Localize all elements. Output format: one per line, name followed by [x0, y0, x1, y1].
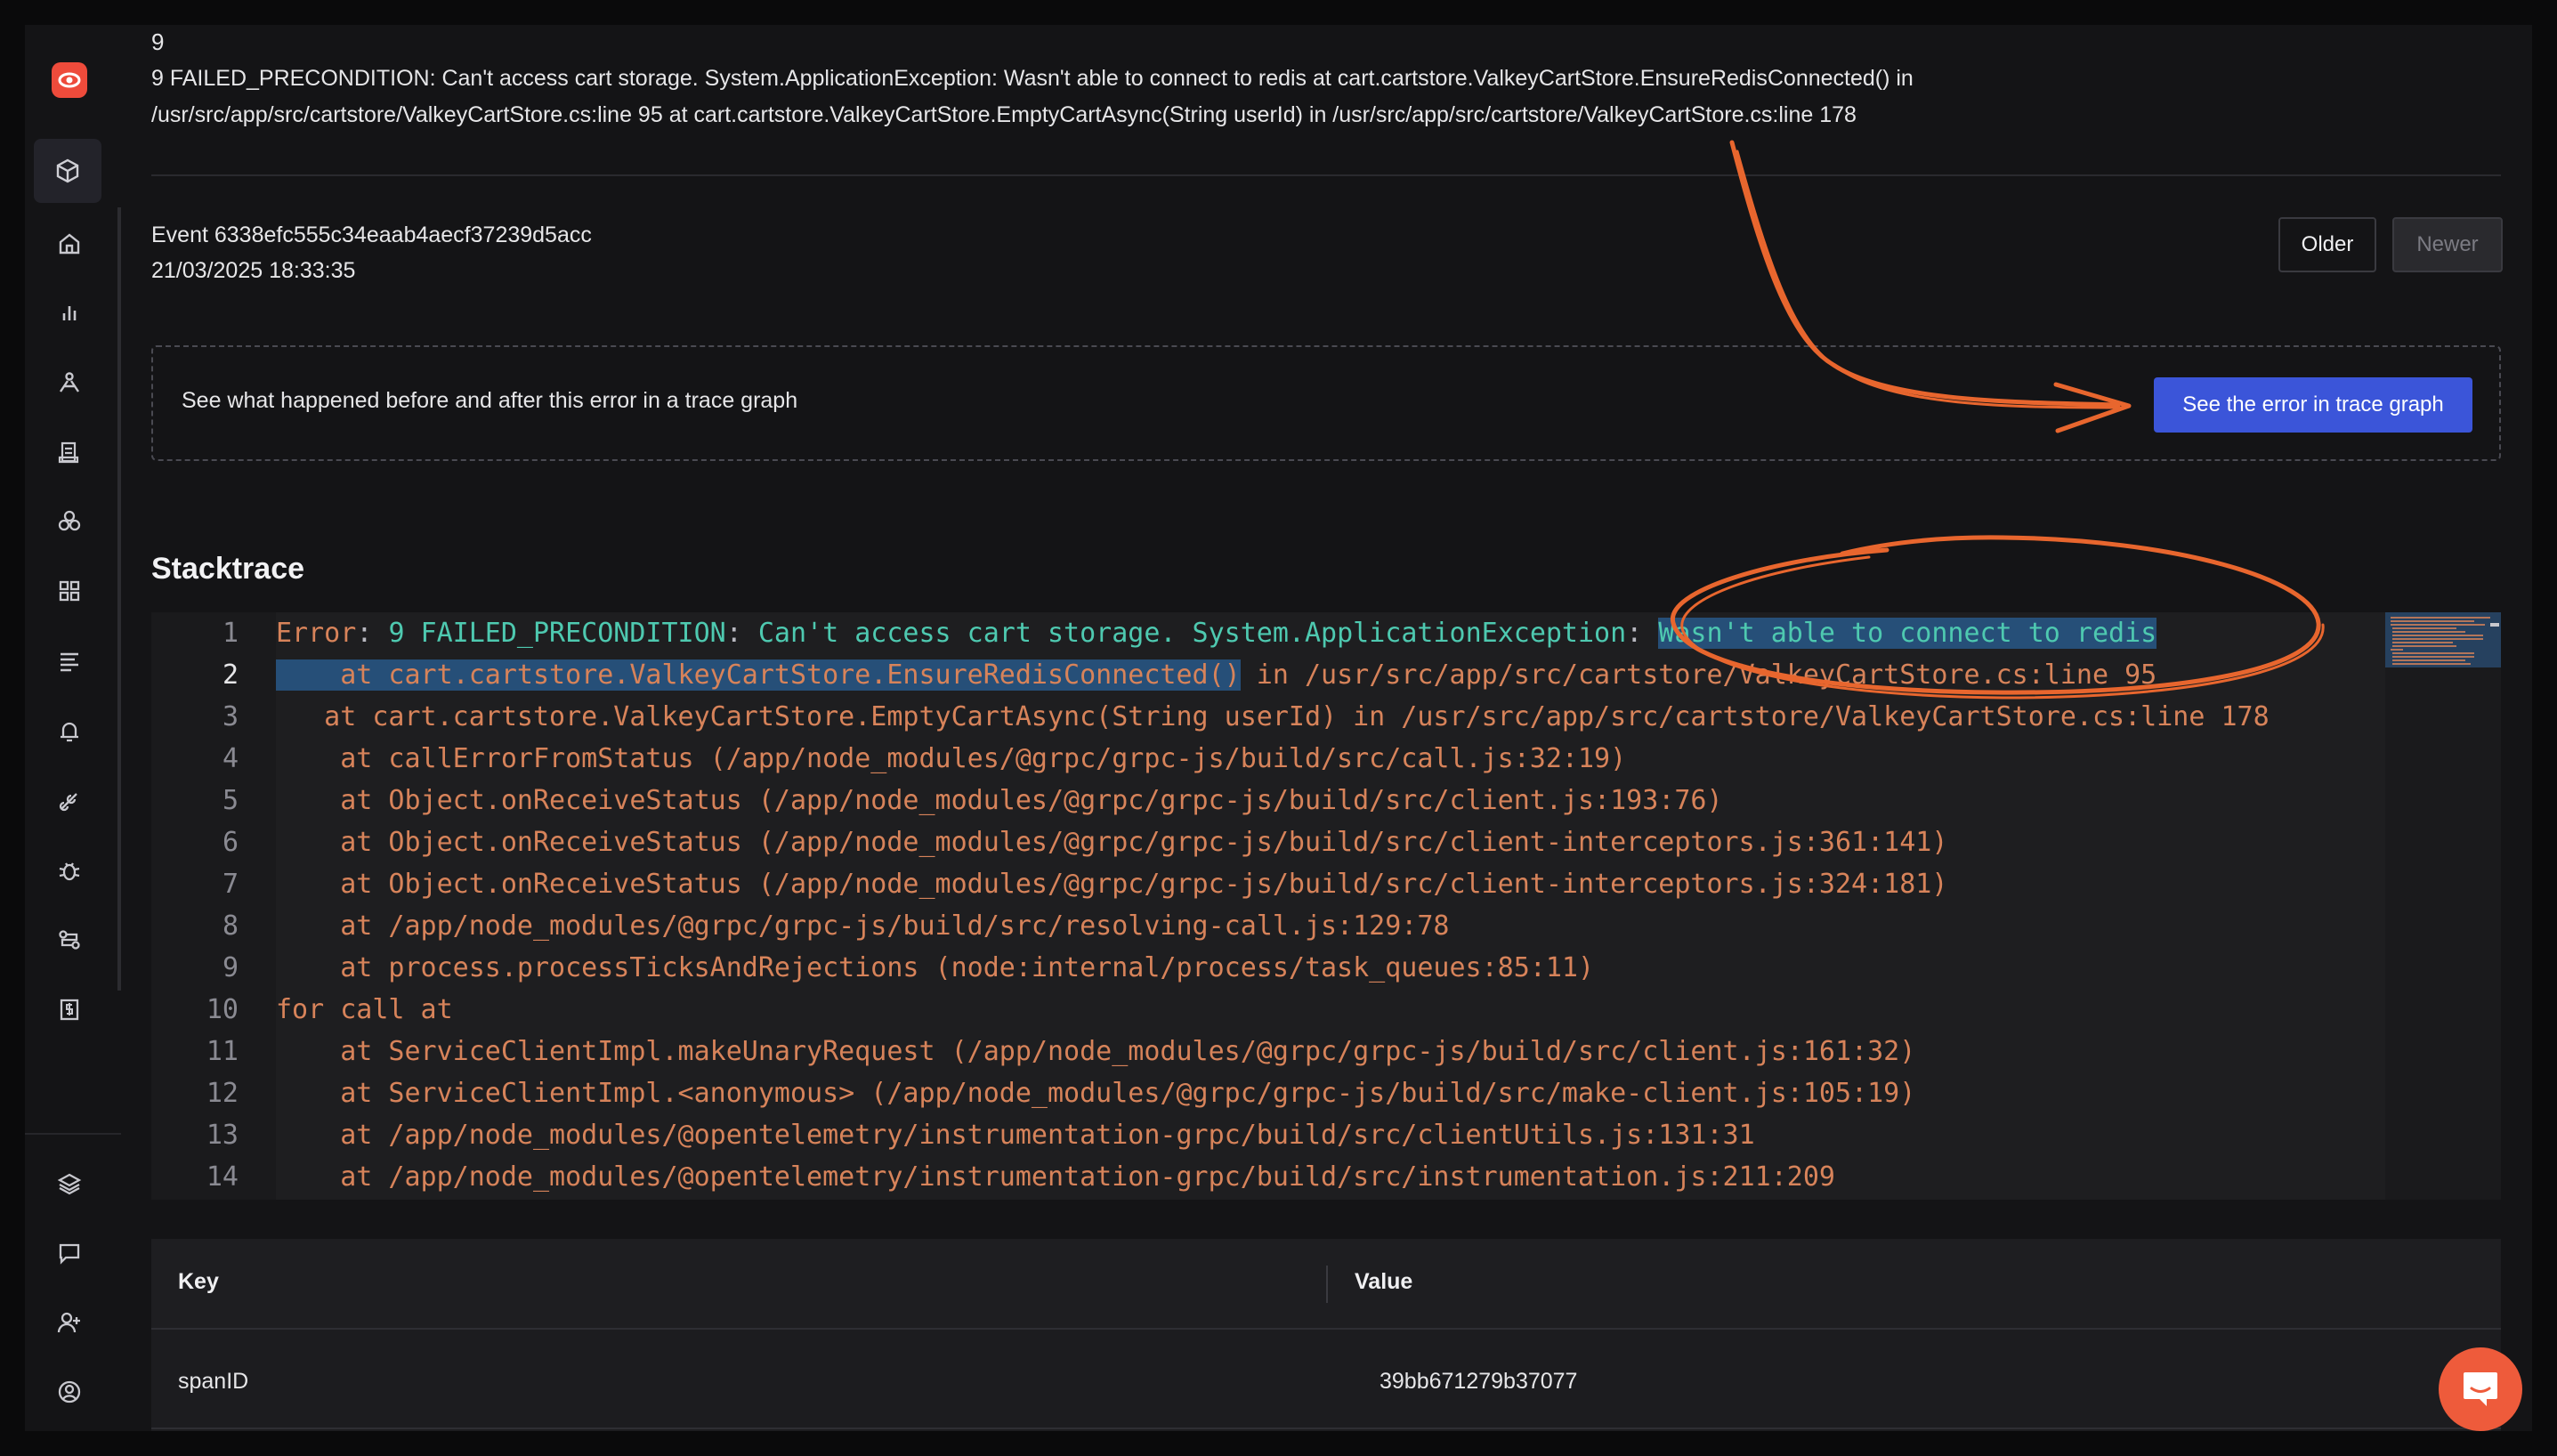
- stacktrace-title: Stacktrace: [151, 552, 305, 586]
- line-number: 6: [222, 827, 239, 858]
- code-area[interactable]: Error: 9 FAILED_PRECONDITION: Can't acce…: [276, 612, 2385, 1200]
- value-column-header: Value: [1355, 1269, 1413, 1294]
- event-id: Event 6338efc555c34eaab4aecf37239d5acc: [151, 222, 592, 247]
- layers-icon[interactable]: [48, 1162, 91, 1205]
- code-line[interactable]: at Object.onReceiveStatus (/app/node_mod…: [276, 821, 2385, 863]
- event-timestamp: 21/03/2025 18:33:35: [151, 258, 356, 283]
- stacktrace-editor[interactable]: 1 2 3 4 5 6 7 8 9 10 11 12 13 14 Error: 9 FAILED_PREC…: [151, 612, 2501, 1200]
- trace-callout-text: See what happened before and after this …: [182, 388, 798, 413]
- code-token: at ServiceClientImpl.<anonymous> (/app/n…: [276, 1078, 1916, 1109]
- line-number: 12: [206, 1078, 239, 1109]
- grid-icon[interactable]: [48, 570, 91, 612]
- app-window: 9 9 FAILED_PRECONDITION: Can't access ca…: [25, 25, 2532, 1431]
- code-line[interactable]: at /app/node_modules/@opentelemetry/inst…: [276, 1156, 2385, 1198]
- line-number: 4: [222, 743, 239, 774]
- cube-icon[interactable]: [34, 139, 101, 203]
- support-chat-button[interactable]: [2439, 1347, 2522, 1431]
- newer-button[interactable]: Newer: [2392, 217, 2503, 272]
- billing-icon[interactable]: [48, 988, 91, 1031]
- code-token: at Object.onReceiveStatus (/app/node_mod…: [276, 827, 1948, 858]
- trace-graph-callout: See what happened before and after this …: [151, 345, 2501, 461]
- code-line[interactable]: at ServiceClientImpl.<anonymous> (/app/n…: [276, 1072, 2385, 1114]
- code-line[interactable]: at cart.cartstore.ValkeyCartStore.EmptyC…: [276, 696, 2385, 738]
- error-count: 9: [151, 28, 165, 55]
- line-number: 3: [222, 701, 239, 732]
- line-number: 9: [222, 952, 239, 983]
- code-token: Can't access cart storage. System.Applic…: [757, 618, 1627, 649]
- line-number: 1: [222, 618, 239, 649]
- code-token: 9 FAILED_PRECONDITION: [388, 618, 726, 649]
- code-token: at /app/node_modules/@opentelemetry/inst…: [276, 1161, 1835, 1193]
- table-row-value: 39bb671279b37077: [1380, 1369, 1578, 1394]
- bar-chart-icon[interactable]: [48, 292, 91, 335]
- key-column-header: Key: [178, 1269, 219, 1294]
- code-line[interactable]: at callErrorFromStatus (/app/node_module…: [276, 738, 2385, 780]
- line-number: 8: [222, 910, 239, 942]
- code-line[interactable]: at ServiceClientImpl.makeUnaryRequest (/…: [276, 1031, 2385, 1072]
- line-number: 5: [222, 785, 239, 816]
- code-line[interactable]: at process.processTicksAndRejections (no…: [276, 947, 2385, 989]
- code-token: at ServiceClientImpl.makeUnaryRequest (/…: [276, 1036, 1916, 1067]
- alert-icon[interactable]: [48, 710, 91, 753]
- line-number: 14: [206, 1161, 239, 1193]
- logs-icon[interactable]: [48, 431, 91, 473]
- chat-icon[interactable]: [48, 1232, 91, 1274]
- line-number: 13: [206, 1120, 239, 1151]
- code-line[interactable]: at /app/node_modules/@grpc/grpc-js/build…: [276, 905, 2385, 947]
- code-token: :: [1626, 618, 1659, 649]
- pipeline-icon[interactable]: [48, 780, 91, 822]
- code-token: at callErrorFromStatus (/app/node_module…: [276, 743, 1627, 774]
- line-number: 10: [206, 994, 239, 1025]
- sidebar: [25, 25, 121, 1431]
- sidebar-divider: [25, 1133, 121, 1135]
- code-token: Wasn't able to connect to redis: [1658, 618, 2157, 649]
- line-number: 2: [222, 659, 239, 691]
- account-icon[interactable]: [48, 1371, 91, 1413]
- code-token: at cart.cartstore.ValkeyCartStore.Ensure…: [276, 659, 1241, 691]
- code-token: at process.processTicksAndRejections (no…: [276, 952, 1595, 983]
- flow-icon[interactable]: [48, 918, 91, 961]
- bug-icon[interactable]: [48, 849, 91, 892]
- code-line[interactable]: at /app/node_modules/@opentelemetry/inst…: [276, 1114, 2385, 1156]
- error-message-line: 9 FAILED_PRECONDITION: Can't access cart…: [151, 66, 1914, 91]
- code-token: Error: [276, 618, 357, 649]
- table-row-key: spanID: [178, 1369, 249, 1394]
- line-number: 11: [206, 1036, 239, 1067]
- add-user-icon[interactable]: [48, 1301, 91, 1344]
- older-button[interactable]: Older: [2278, 217, 2376, 272]
- line-number-gutter: 1 2 3 4 5 6 7 8 9 10 11 12 13 14: [151, 612, 276, 1200]
- code-line[interactable]: at Object.onReceiveStatus (/app/node_mod…: [276, 863, 2385, 905]
- code-token: :: [725, 618, 758, 649]
- list-icon[interactable]: [48, 639, 91, 682]
- nodes-icon[interactable]: [48, 500, 91, 543]
- code-token: in /usr/src/app/src/cartstore/ValkeyCart…: [1240, 659, 2157, 691]
- code-token: at /app/node_modules/@opentelemetry/inst…: [276, 1120, 1755, 1151]
- code-line[interactable]: Error: 9 FAILED_PRECONDITION: Can't acce…: [276, 612, 2385, 654]
- attributes-table: Key Value spanID 39bb671279b37077: [151, 1239, 2501, 1431]
- code-token: at Object.onReceiveStatus (/app/node_mod…: [276, 869, 1948, 900]
- code-token: at /app/node_modules/@grpc/grpc-js/build…: [276, 910, 1450, 942]
- home-icon[interactable]: [48, 222, 91, 265]
- divider: [151, 174, 2501, 176]
- row-divider: [151, 1428, 2501, 1429]
- code-token: at Object.onReceiveStatus (/app/node_mod…: [276, 785, 1723, 816]
- code-token: at cart.cartstore.ValkeyCartStore.EmptyC…: [276, 701, 2270, 732]
- route-icon[interactable]: [48, 361, 91, 404]
- code-line[interactable]: at Object.onReceiveStatus (/app/node_mod…: [276, 780, 2385, 821]
- line-number: 7: [222, 869, 239, 900]
- minimap[interactable]: [2385, 612, 2501, 1200]
- code-token: for call at: [276, 994, 453, 1025]
- table-header: Key Value: [151, 1239, 2501, 1330]
- sidebar-scrollbar[interactable]: [117, 207, 121, 991]
- column-divider[interactable]: [1326, 1266, 1328, 1303]
- error-message: 9 FAILED_PRECONDITION: Can't access cart…: [151, 61, 2287, 133]
- error-message-line: /usr/src/app/src/cartstore/ValkeyCartSto…: [151, 102, 1857, 127]
- logo-icon[interactable]: [52, 62, 87, 98]
- code-token: :: [356, 618, 389, 649]
- see-error-in-trace-graph-button[interactable]: See the error in trace graph: [2154, 377, 2472, 433]
- code-line[interactable]: for call at: [276, 989, 2385, 1031]
- code-line[interactable]: at cart.cartstore.ValkeyCartStore.Ensure…: [276, 654, 2385, 696]
